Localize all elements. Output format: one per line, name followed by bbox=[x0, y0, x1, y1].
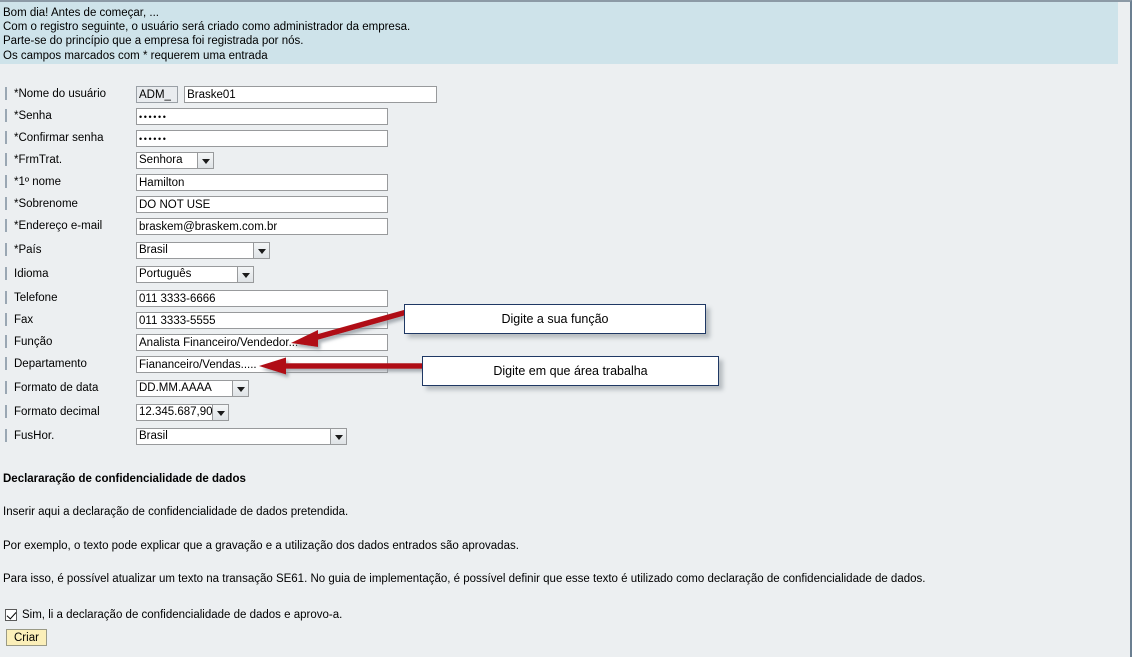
control-departamento bbox=[136, 356, 388, 373]
control-fax bbox=[136, 312, 388, 329]
timezone-select[interactable]: Brasil bbox=[136, 428, 347, 445]
date-format-select[interactable]: DD.MM.AAAA bbox=[136, 380, 249, 397]
callout-funcao: Digite a sua função bbox=[404, 304, 706, 334]
consent-checkbox[interactable] bbox=[5, 609, 17, 621]
language-select-value: Português bbox=[136, 266, 237, 283]
confirm-password-input[interactable] bbox=[136, 130, 388, 147]
control-nome-do-usuario bbox=[136, 86, 438, 103]
chevron-down-icon[interactable] bbox=[253, 242, 270, 259]
registration-page: Bom dia! Antes de começar, ... Com o reg… bbox=[0, 0, 1132, 657]
last-name-input[interactable] bbox=[136, 196, 388, 213]
decimal-format-select[interactable]: 12.345.687,90 bbox=[136, 404, 229, 421]
fax-input[interactable] bbox=[136, 312, 388, 329]
chevron-down-icon[interactable] bbox=[237, 266, 254, 283]
country-select-value: Brasil bbox=[136, 242, 253, 259]
form-row-senha: *Senha bbox=[0, 108, 1118, 130]
control-confirmar-senha bbox=[136, 130, 388, 147]
consent-row[interactable]: Sim, li a declaração de confidencialidad… bbox=[5, 609, 342, 621]
callout-funcao-text: Digite a sua função bbox=[501, 312, 609, 326]
label-formato-decimal: Formato decimal bbox=[5, 404, 100, 420]
control-fushor: Brasil bbox=[136, 428, 347, 445]
label-primeiro-nome: *1º nome bbox=[5, 174, 61, 190]
label-telefone: Telefone bbox=[5, 290, 57, 306]
callout-departamento-text: Digite em que área trabalha bbox=[493, 364, 648, 378]
label-email: *Endereço e-mail bbox=[5, 218, 102, 234]
control-idioma: Português bbox=[136, 266, 254, 283]
control-funcao bbox=[136, 334, 388, 351]
form-row-sobrenome: *Sobrenome bbox=[0, 196, 1118, 218]
label-fushor: FusHor. bbox=[5, 428, 54, 444]
email-input[interactable] bbox=[136, 218, 388, 235]
control-pais: Brasil bbox=[136, 242, 270, 259]
intro-banner-line-4: Os campos marcados com * requerem uma en… bbox=[3, 49, 268, 62]
password-input[interactable] bbox=[136, 108, 388, 125]
timezone-select-value: Brasil bbox=[136, 428, 330, 445]
language-select[interactable]: Português bbox=[136, 266, 254, 283]
intro-banner-line-1: Bom dia! Antes de começar, ... bbox=[3, 7, 159, 19]
salutation-select[interactable]: Senhora bbox=[136, 152, 214, 169]
phone-input[interactable] bbox=[136, 290, 388, 307]
form-row-fushor: FusHor. Brasil bbox=[0, 428, 1118, 452]
first-name-input[interactable] bbox=[136, 174, 388, 191]
chevron-down-icon[interactable] bbox=[232, 380, 249, 397]
form-row-nome-do-usuario: *Nome do usuário bbox=[0, 86, 1118, 108]
label-departamento: Departamento bbox=[5, 356, 87, 372]
control-email bbox=[136, 218, 388, 235]
control-telefone bbox=[136, 290, 388, 307]
control-frmtrat: Senhora bbox=[136, 152, 214, 169]
form-row-frmtrat: *FrmTrat. Senhora bbox=[0, 152, 1118, 174]
form-row-email: *Endereço e-mail bbox=[0, 218, 1118, 242]
department-input[interactable] bbox=[136, 356, 388, 373]
label-sobrenome: *Sobrenome bbox=[5, 196, 78, 212]
declaration-title: Declararação de confidencialidade de dad… bbox=[3, 473, 246, 485]
declaration-paragraph-1: Inserir aqui a declaração de confidencia… bbox=[3, 506, 349, 518]
form-row-pais: *País Brasil bbox=[0, 242, 1118, 266]
form-row-formato-decimal: Formato decimal 12.345.687,90 bbox=[0, 404, 1118, 428]
country-select[interactable]: Brasil bbox=[136, 242, 270, 259]
label-fax: Fax bbox=[5, 312, 33, 328]
label-pais: *País bbox=[5, 242, 42, 258]
form-row-funcao: Função bbox=[0, 334, 1118, 356]
label-nome-do-usuario: *Nome do usuário bbox=[5, 86, 106, 102]
intro-banner-line-2: Com o registro seguinte, o usuário será … bbox=[3, 21, 411, 34]
username-prefix-field[interactable] bbox=[136, 86, 178, 103]
callout-departamento: Digite em que área trabalha bbox=[422, 356, 719, 386]
label-idioma: Idioma bbox=[5, 266, 49, 282]
declaration-paragraph-3: Para isso, é possível atualizar um texto… bbox=[3, 573, 926, 585]
label-senha: *Senha bbox=[5, 108, 52, 124]
create-button[interactable]: Criar bbox=[6, 629, 47, 646]
username-input[interactable] bbox=[184, 86, 438, 103]
form-row-primeiro-nome: *1º nome bbox=[0, 174, 1118, 196]
label-confirmar-senha: *Confirmar senha bbox=[5, 130, 103, 146]
consent-label: Sim, li a declaração de confidencialidad… bbox=[22, 609, 343, 621]
control-senha bbox=[136, 108, 388, 125]
chevron-down-icon[interactable] bbox=[330, 428, 347, 445]
intro-banner-line-3: Parte-se do princípio que a empresa foi … bbox=[3, 35, 304, 48]
form-row-confirmar-senha: *Confirmar senha bbox=[0, 130, 1118, 152]
control-primeiro-nome bbox=[136, 174, 388, 191]
label-formato-de-data: Formato de data bbox=[5, 380, 98, 396]
job-function-input[interactable] bbox=[136, 334, 388, 351]
chevron-down-icon[interactable] bbox=[197, 152, 214, 169]
control-sobrenome bbox=[136, 196, 388, 213]
chevron-down-icon[interactable] bbox=[212, 404, 229, 421]
registration-form: *Nome do usuário *Senha *Confirmar senha… bbox=[0, 86, 1118, 452]
label-funcao: Função bbox=[5, 334, 52, 350]
form-row-idioma: Idioma Português bbox=[0, 266, 1118, 290]
control-formato-de-data: DD.MM.AAAA bbox=[136, 380, 249, 397]
date-format-select-value: DD.MM.AAAA bbox=[136, 380, 232, 397]
label-frmtrat: *FrmTrat. bbox=[5, 152, 62, 168]
salutation-select-value: Senhora bbox=[136, 152, 197, 169]
decimal-format-select-value: 12.345.687,90 bbox=[136, 404, 212, 421]
control-formato-decimal: 12.345.687,90 bbox=[136, 404, 229, 421]
intro-banner: Bom dia! Antes de começar, ... Com o reg… bbox=[0, 2, 1118, 64]
declaration-paragraph-2: Por exemplo, o texto pode explicar que a… bbox=[3, 540, 519, 552]
